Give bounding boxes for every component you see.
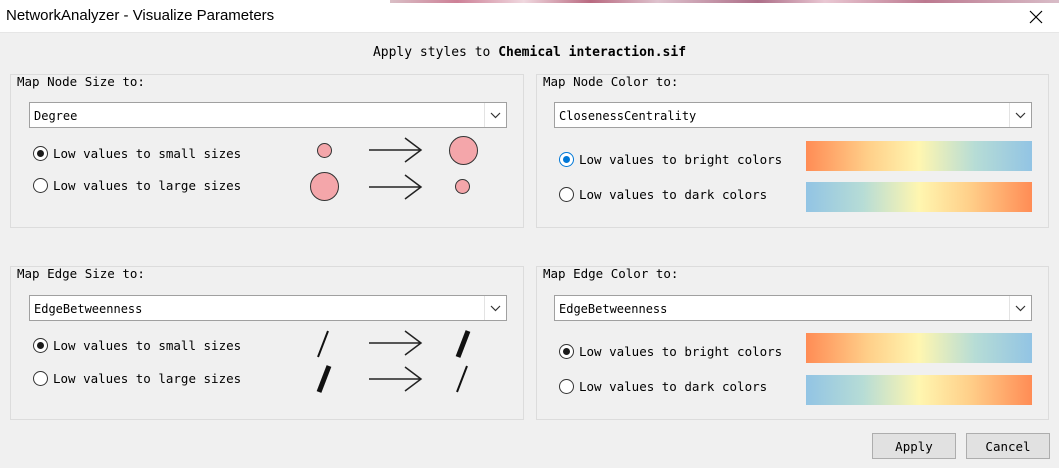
radio-button[interactable]: [33, 146, 48, 161]
dark-gradient-preview: [806, 375, 1032, 405]
thick-edge-icon: [455, 330, 471, 358]
radio-button[interactable]: [559, 344, 574, 359]
chevron-down-icon: [1009, 103, 1031, 127]
right-arrow-icon: [369, 137, 423, 163]
bright-gradient-preview: [806, 333, 1032, 363]
radio-button[interactable]: [559, 152, 574, 167]
radio-label: Low values to small sizes: [53, 146, 242, 161]
window-title: NetworkAnalyzer - Visualize Parameters: [6, 7, 275, 24]
radio-label: Low values to large sizes: [53, 178, 242, 193]
radio-label: Low values to small sizes: [53, 338, 242, 353]
radio-button[interactable]: [33, 338, 48, 353]
group-title: Map Node Size to:: [17, 74, 145, 89]
edge-color-dark-option[interactable]: Low values to dark colors: [559, 379, 767, 394]
chevron-down-icon: [484, 296, 506, 320]
close-icon: [1029, 10, 1043, 23]
radio-button[interactable]: [33, 178, 48, 193]
edge-size-large-option[interactable]: Low values to large sizes: [33, 371, 241, 386]
headline: Apply styles to Chemical interaction.sif: [0, 45, 1059, 60]
node-size-large-option[interactable]: Low values to large sizes: [33, 178, 241, 193]
radio-label: Low values to bright colors: [579, 152, 783, 167]
radio-button[interactable]: [559, 379, 574, 394]
dropdown-value: EdgeBetweenness: [34, 302, 143, 316]
dropdown-value: Degree: [34, 109, 78, 123]
cancel-button[interactable]: Cancel: [966, 433, 1050, 459]
headline-prefix: Apply styles to: [372, 45, 499, 60]
radio-label: Low values to dark colors: [579, 379, 768, 394]
right-arrow-icon: [369, 330, 423, 356]
thick-edge-icon: [316, 365, 332, 393]
node-color-dark-option[interactable]: Low values to dark colors: [559, 187, 767, 202]
small-node-icon: [317, 143, 332, 158]
small-node-icon: [455, 179, 470, 194]
radio-button[interactable]: [559, 187, 574, 202]
edge-color-dropdown[interactable]: EdgeBetweenness: [554, 295, 1032, 321]
dropdown-value: EdgeBetweenness: [559, 302, 668, 316]
right-arrow-icon: [369, 366, 423, 392]
dark-gradient-preview: [806, 182, 1032, 212]
node-size-dropdown[interactable]: Degree: [29, 102, 507, 128]
node-color-bright-option[interactable]: Low values to bright colors: [559, 152, 782, 167]
large-node-icon: [449, 136, 478, 165]
radio-label: Low values to dark colors: [579, 187, 768, 202]
node-size-group: Map Node Size to: Degree Low values to s…: [10, 74, 524, 228]
edge-size-small-option[interactable]: Low values to small sizes: [33, 338, 241, 353]
large-node-icon: [310, 172, 339, 201]
dropdown-value: ClosenessCentrality: [559, 109, 697, 123]
apply-button[interactable]: Apply: [872, 433, 956, 459]
right-arrow-icon: [369, 174, 423, 200]
thin-edge-icon: [456, 365, 468, 393]
group-title: Map Edge Color to:: [543, 266, 679, 281]
radio-label: Low values to large sizes: [53, 371, 242, 386]
node-size-small-option[interactable]: Low values to small sizes: [33, 146, 241, 161]
close-button[interactable]: [1013, 0, 1059, 33]
chevron-down-icon: [1009, 296, 1031, 320]
thin-edge-icon: [317, 330, 329, 358]
radio-button[interactable]: [33, 371, 48, 386]
edge-color-group: Map Edge Color to: EdgeBetweenness Low v…: [536, 266, 1049, 420]
title-bar: NetworkAnalyzer - Visualize Parameters: [0, 0, 1059, 33]
group-title: Map Edge Size to:: [17, 266, 145, 281]
node-color-group: Map Node Color to: ClosenessCentrality L…: [536, 74, 1049, 228]
edge-color-bright-option[interactable]: Low values to bright colors: [559, 344, 782, 359]
background-strip: [390, 0, 1059, 3]
group-title: Map Node Color to:: [543, 74, 679, 89]
headline-filename: Chemical interaction.sif: [498, 45, 687, 60]
node-color-dropdown[interactable]: ClosenessCentrality: [554, 102, 1032, 128]
edge-size-dropdown[interactable]: EdgeBetweenness: [29, 295, 507, 321]
chevron-down-icon: [484, 103, 506, 127]
edge-size-group: Map Edge Size to: EdgeBetweenness Low va…: [10, 266, 524, 420]
bright-gradient-preview: [806, 141, 1032, 171]
radio-label: Low values to bright colors: [579, 344, 783, 359]
